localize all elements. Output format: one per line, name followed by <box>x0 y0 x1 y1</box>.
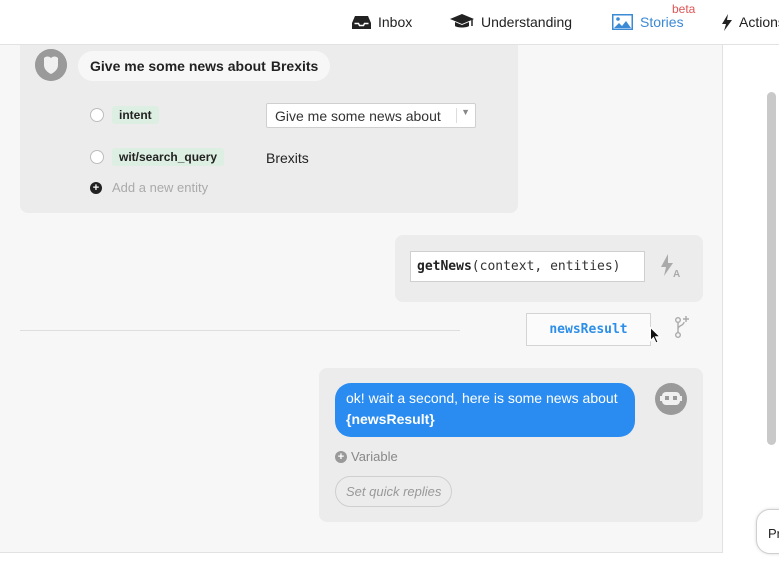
set-quick-replies-button[interactable]: Set quick replies <box>335 476 453 507</box>
bot-message-variable: {newsResult} <box>346 411 435 427</box>
intent-value-select[interactable]: Give me some news about ▼ <box>266 103 476 128</box>
branch-divider <box>20 330 460 331</box>
lightning-icon <box>722 13 732 31</box>
quick-replies-label: Set quick replies <box>346 484 442 499</box>
nav-actions-label: Actions <box>739 14 779 30</box>
graduation-cap-icon <box>450 14 474 28</box>
search-query-value[interactable]: Brexits <box>266 150 309 166</box>
nav-actions[interactable]: Actions <box>722 0 779 44</box>
entity-radio-search-query[interactable] <box>90 150 104 164</box>
user-message-bubble[interactable]: Give me some news about Brexits <box>78 51 331 81</box>
corner-button-label: Pr <box>768 526 779 541</box>
bot-message-bubble[interactable]: ok! wait a second, here is some news abo… <box>335 383 635 437</box>
plus-circle-icon: + <box>90 181 102 194</box>
nav-stories-label: Stories <box>640 14 684 30</box>
scrollbar-thumb[interactable] <box>767 92 776 445</box>
action-function-args: (context, entities) <box>471 259 621 274</box>
svg-text:A: A <box>673 269 680 278</box>
entity-row-search-query: wit/search_query <box>90 148 225 166</box>
beta-badge: beta <box>672 2 696 16</box>
inbox-icon <box>352 15 371 29</box>
add-entity-label: Add a new entity <box>112 180 209 195</box>
action-function-box[interactable]: getNews (context, entities) <box>410 251 645 282</box>
user-message-entity[interactable]: Brexits <box>271 58 318 74</box>
top-nav: Inbox Understanding Stories beta Actions <box>0 0 779 45</box>
entity-row-intent: intent <box>90 106 159 124</box>
add-branch-icon[interactable] <box>674 316 690 338</box>
bot-message-text: ok! wait a second, here is some news abo… <box>346 390 618 406</box>
nav-understanding[interactable]: Understanding <box>450 0 572 44</box>
nav-understanding-label: Understanding <box>481 14 573 30</box>
image-icon <box>612 14 633 30</box>
nav-inbox[interactable]: Inbox <box>352 0 412 44</box>
user-avatar-icon <box>35 49 67 81</box>
add-entity-button[interactable]: + Add a new entity <box>90 180 208 195</box>
add-variable-label: Variable <box>351 449 398 464</box>
entity-tag-search-query[interactable]: wit/search_query <box>112 148 225 166</box>
plus-circle-icon: + <box>335 450 347 463</box>
user-message-text: Give me some news about <box>90 58 266 74</box>
entity-tag-intent[interactable]: intent <box>112 106 159 124</box>
entity-radio-intent[interactable] <box>90 108 104 122</box>
flash-automatic-icon[interactable]: A <box>660 254 682 278</box>
select-separator <box>456 108 457 123</box>
mouse-cursor-icon <box>650 327 661 344</box>
nav-inbox-label: Inbox <box>378 14 413 30</box>
action-function-name: getNews <box>417 259 472 274</box>
chevron-down-icon[interactable]: ▼ <box>461 107 470 117</box>
user-avatar <box>35 49 67 81</box>
add-variable-button[interactable]: + Variable <box>335 449 398 464</box>
intent-value-text: Give me some news about <box>275 107 441 124</box>
corner-floating-button[interactable]: Pr <box>756 509 779 554</box>
robot-avatar-icon <box>655 383 687 415</box>
action-result-variable[interactable]: newsResult <box>526 313 651 346</box>
